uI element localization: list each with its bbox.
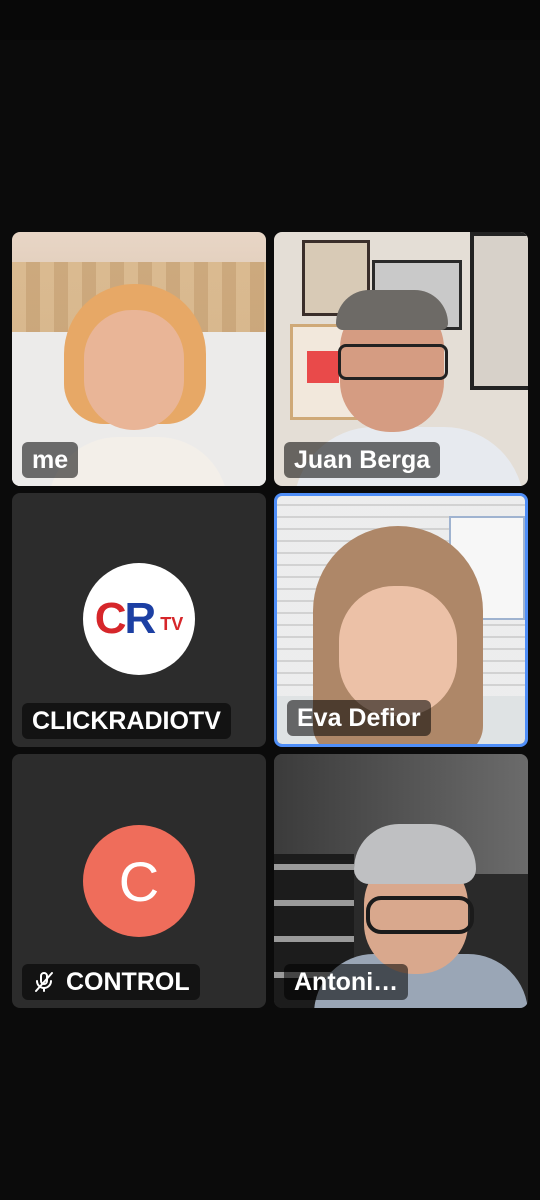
participant-name: Juan Berga <box>294 445 431 474</box>
status-bar <box>0 0 540 40</box>
participant-name: CLICKRADIOTV <box>32 706 221 735</box>
wall-picture <box>470 232 528 390</box>
clickradiotv-logo: CR TV <box>83 563 195 675</box>
participant-avatar: C <box>83 825 195 937</box>
person-hair <box>336 290 448 330</box>
participant-tile-eva[interactable]: Eva Defior <box>274 493 528 747</box>
person-glasses <box>366 896 474 934</box>
participant-grid: me Juan Berga CR TV CLICKRADIOTV Eva Def… <box>12 232 528 1008</box>
participant-name: CONTROL <box>66 967 190 996</box>
video-call-screen: me Juan Berga CR TV CLICKRADIOTV Eva Def… <box>0 0 540 1200</box>
person-hair <box>354 824 476 884</box>
participant-tile-antoni[interactable]: Antoni… <box>274 754 528 1008</box>
participant-tile-me[interactable]: me <box>12 232 266 486</box>
person-glasses <box>338 344 448 380</box>
participant-tile-juan[interactable]: Juan Berga <box>274 232 528 486</box>
logo-suffix: TV <box>160 613 184 634</box>
person-face <box>339 586 457 716</box>
microphone-off-icon <box>35 972 53 992</box>
participant-name: me <box>32 445 69 474</box>
participant-name-label: Antoni… <box>284 964 409 1000</box>
participant-name-label: CONTROL <box>22 964 200 1000</box>
participant-tile-clickradiotv[interactable]: CR TV CLICKRADIOTV <box>12 493 266 747</box>
person-face <box>84 310 184 430</box>
participant-name-label: me <box>22 442 79 478</box>
participant-name-label: CLICKRADIOTV <box>22 703 231 739</box>
participant-name-label: Juan Berga <box>284 442 441 478</box>
participant-name: Eva Defior <box>297 703 421 732</box>
participant-name-label: Eva Defior <box>287 700 431 736</box>
participant-name: Antoni… <box>294 967 399 996</box>
participant-tile-control[interactable]: C CONTROL <box>12 754 266 1008</box>
logo-text: CR <box>94 594 157 643</box>
